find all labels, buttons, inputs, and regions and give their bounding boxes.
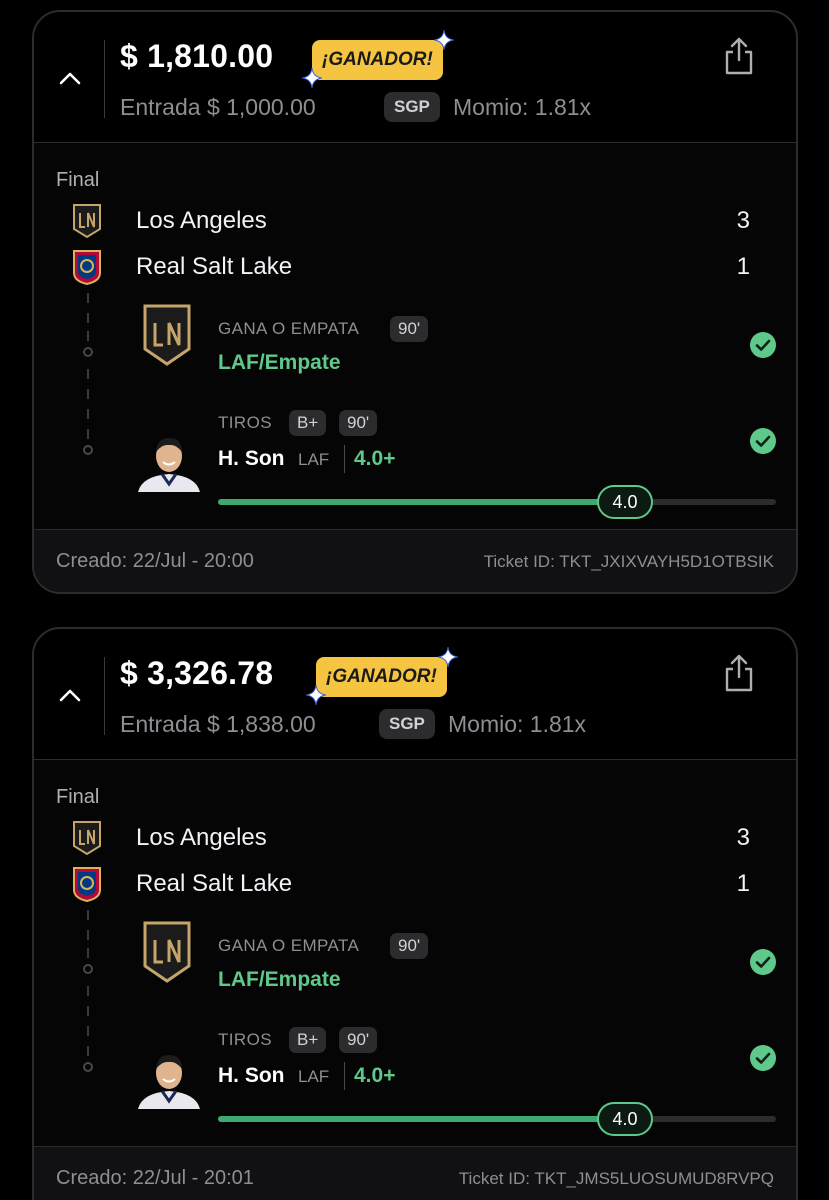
- chevron-up-icon[interactable]: [56, 64, 84, 92]
- timeline-node: [83, 1062, 93, 1072]
- timeline-dash: [87, 313, 89, 323]
- period-pill: 90': [390, 316, 429, 342]
- period-pill: 90': [339, 410, 378, 436]
- team-score: 1: [736, 253, 750, 280]
- created-date: Creado: 22/Jul - 20:00: [56, 550, 254, 572]
- timeline-dash: [87, 910, 89, 920]
- ticket-card: $ 1,810.00 ¡GANADOR! Entrada $ 1,000.00 …: [32, 10, 798, 594]
- timeline-node: [83, 347, 93, 357]
- pick-market: GANA O EMPATA: [218, 936, 360, 955]
- ticket-header[interactable]: $ 1,810.00 ¡GANADOR! Entrada $ 1,000.00 …: [34, 12, 796, 142]
- divider: [344, 445, 345, 473]
- sparkle-icon: [302, 68, 322, 88]
- team-score: 3: [736, 824, 750, 851]
- progress-fill: [218, 499, 625, 505]
- ticket-footer: Creado: 22/Jul - 20:01 Ticket ID: TKT_JM…: [34, 1147, 796, 1200]
- timeline-dash: [87, 1046, 89, 1056]
- check-circle-icon: [750, 949, 776, 975]
- match-status: Final: [56, 169, 100, 191]
- lafc-crest-icon: [143, 304, 191, 366]
- payout-amount: $ 1,810.00: [120, 38, 274, 74]
- team-name: Real Salt Lake: [136, 253, 293, 280]
- ticket-body: Final Los Angeles 3 Real Salt Lake 1 GAN…: [34, 143, 796, 529]
- pick-selection: LAF/Empate: [218, 968, 341, 991]
- player-name: H. Son: [218, 1064, 285, 1087]
- entry-amount: Entrada $ 1,838.00: [120, 711, 316, 737]
- progress-bar: 4.0: [218, 485, 776, 519]
- share-icon[interactable]: [722, 653, 756, 693]
- timeline-dash: [87, 930, 89, 940]
- progress-fill: [218, 1116, 625, 1122]
- ticket-id: Ticket ID: TKT_JMS5LUOSUMUD8RVPQ: [458, 1169, 774, 1188]
- ticket-id: Ticket ID: TKT_JXIXVAYH5D1OTBSIK: [483, 552, 774, 571]
- progress-bar: 4.0: [218, 1102, 776, 1136]
- winner-badge: ¡GANADOR!: [316, 657, 447, 697]
- payout-amount: $ 3,326.78: [120, 655, 274, 691]
- entry-amount: Entrada $ 1,000.00: [120, 94, 316, 120]
- divider: [344, 1062, 345, 1090]
- timeline-node: [83, 964, 93, 974]
- sgp-tag: SGP: [379, 709, 435, 739]
- rsl-crest-icon: [73, 867, 101, 902]
- grade-pill: B+: [289, 410, 327, 436]
- rsl-crest-icon: [73, 250, 101, 285]
- player-team: LAF: [298, 1067, 330, 1086]
- period-pill: 90': [339, 1027, 378, 1053]
- team-name: Los Angeles: [136, 824, 267, 851]
- prop-line: 4.0+: [354, 1064, 396, 1087]
- progress-value: 4.0: [597, 1102, 653, 1136]
- divider: [104, 657, 105, 735]
- pick-market: TIROS: [218, 1030, 272, 1049]
- timeline-dash: [87, 429, 89, 439]
- created-date: Creado: 22/Jul - 20:01: [56, 1167, 254, 1189]
- timeline-dash: [87, 409, 89, 419]
- pick-market: GANA O EMPATA: [218, 319, 360, 338]
- sgp-tag: SGP: [384, 92, 440, 122]
- prop-line: 4.0+: [354, 447, 396, 470]
- player-avatar: [138, 1055, 200, 1109]
- lafc-crest-icon: [143, 921, 191, 983]
- team-name: Los Angeles: [136, 207, 267, 234]
- timeline-dash: [87, 369, 89, 379]
- divider: [104, 40, 105, 118]
- timeline-dash: [87, 1006, 89, 1016]
- sparkle-icon: [438, 647, 458, 667]
- ticket-footer: Creado: 22/Jul - 20:00 Ticket ID: TKT_JX…: [34, 530, 796, 592]
- timeline-node: [83, 445, 93, 455]
- player-team: LAF: [298, 450, 330, 469]
- period-pill: 90': [390, 933, 429, 959]
- player-avatar: [138, 438, 200, 492]
- odds-label: Momio: 1.81x: [453, 94, 592, 120]
- chevron-up-icon[interactable]: [56, 681, 84, 709]
- match-status: Final: [56, 786, 100, 808]
- timeline-dash: [87, 293, 89, 303]
- ticket-card: $ 3,326.78 ¡GANADOR! Entrada $ 1,838.00 …: [32, 627, 798, 1200]
- timeline-dash: [87, 389, 89, 399]
- timeline-dash: [87, 948, 89, 958]
- team-name: Real Salt Lake: [136, 870, 293, 897]
- sparkle-icon: [306, 685, 326, 705]
- ticket-body: Final Los Angeles 3 Real Salt Lake 1 GAN…: [34, 760, 796, 1146]
- team-score: 3: [736, 207, 750, 234]
- player-name: H. Son: [218, 447, 285, 470]
- sparkle-icon: [434, 30, 454, 50]
- ticket-header[interactable]: $ 3,326.78 ¡GANADOR! Entrada $ 1,838.00 …: [34, 629, 796, 759]
- check-circle-icon: [750, 332, 776, 358]
- odds-label: Momio: 1.81x: [448, 711, 587, 737]
- share-icon[interactable]: [722, 36, 756, 76]
- check-circle-icon: [750, 1045, 776, 1071]
- timeline-dash: [87, 986, 89, 996]
- winner-badge: ¡GANADOR!: [312, 40, 443, 80]
- pick-selection: LAF/Empate: [218, 351, 341, 374]
- grade-pill: B+: [289, 1027, 327, 1053]
- lafc-crest-icon: [73, 821, 101, 856]
- pick-market: TIROS: [218, 413, 272, 432]
- team-score: 1: [736, 870, 750, 897]
- progress-value: 4.0: [597, 485, 653, 519]
- lafc-crest-icon: [73, 204, 101, 239]
- check-circle-icon: [750, 428, 776, 454]
- timeline-dash: [87, 331, 89, 341]
- timeline-dash: [87, 1026, 89, 1036]
